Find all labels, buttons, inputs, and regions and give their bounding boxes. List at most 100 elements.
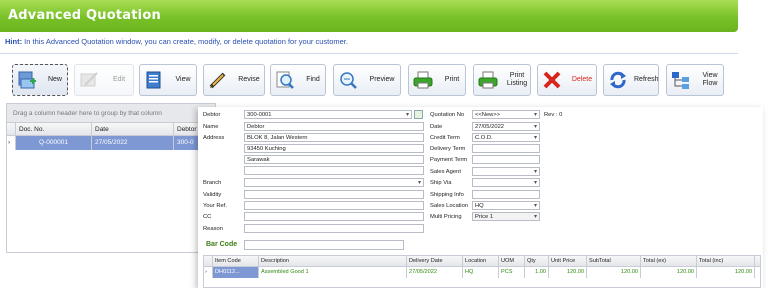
sales-location-select[interactable]: HQ [472,201,540,210]
payment-term-label: Payment Term [430,157,468,163]
debtor-select[interactable]: 300-0001 [244,110,412,119]
cell-item-code[interactable]: DH0112... [213,267,259,278]
barcode-input[interactable] [244,240,404,250]
your-ref-field[interactable] [244,201,424,210]
col-total-inc[interactable]: Total (inc) [697,256,755,266]
multi-pricing-label: Multi Pricing [430,214,462,220]
col-qty[interactable]: Qty [525,256,549,266]
col-subtotal[interactable]: SubTotal [587,256,641,266]
window-title: Advanced Quotation [8,8,161,23]
col-description[interactable]: Description [259,256,407,266]
sales-location-label: Sales Location [430,203,469,209]
row-pointer-icon: › [7,136,16,150]
refresh-icon [608,70,628,90]
new-label: New [47,76,62,83]
quotation-form: Debtor Name Address Branch Validity Your… [198,107,763,288]
revise-button[interactable]: Revise [203,64,265,96]
view-flow-line2: Flow [702,80,718,87]
validity-label: Validity [203,192,222,198]
edit-button[interactable]: Edit [74,64,134,96]
col-unit-price[interactable]: Unit Price [549,256,587,266]
debtor-lookup-icon[interactable] [414,110,423,119]
delivery-term-field[interactable] [472,144,540,153]
cell-location[interactable]: HQ [463,267,499,278]
revision-label: Rev : 0 [544,112,563,118]
detail-header: Item Code Description Delivery Date Loca… [204,256,760,267]
date-label: Date [430,124,443,130]
cell-total-inc[interactable]: 120.00 [697,267,755,278]
print-listing-label: Print Listing [504,72,530,88]
name-label: Name [203,124,219,130]
detail-row-indicator-header [204,256,213,266]
name-field[interactable]: Debtor [244,122,424,131]
print-button[interactable]: Print [408,64,466,96]
divider [0,53,738,54]
find-button[interactable]: Find [270,64,326,96]
shipping-info-field[interactable] [472,190,540,199]
hint-body: In this Advanced Quotation window, you c… [24,37,348,46]
delivery-term-label: Delivery Term [430,146,466,152]
preview-button[interactable]: Preview [333,64,401,96]
credit-term-label: Credit Term [430,135,460,141]
ship-via-select[interactable] [472,178,540,187]
shipping-info-label: Shipping Info [430,192,464,198]
print-listing-button[interactable]: Print Listing [473,64,531,96]
cell-delivery-date[interactable]: 27/05/2022 [407,267,463,278]
cell-description[interactable]: Assembled Good 1 [259,267,407,278]
address-line4-field[interactable] [244,166,424,175]
cell-subtotal[interactable]: 120.00 [587,267,641,278]
col-location[interactable]: Location [463,256,499,266]
reason-field[interactable] [244,224,424,233]
hint-text: Hint: In this Advanced Quotation window,… [5,37,348,46]
your-ref-label: Your Ref. [203,203,227,209]
cc-field[interactable] [244,212,424,221]
credit-term-select[interactable]: C.O.D. [472,133,540,142]
cell-doc-no: Q-000001 [16,136,92,150]
address-line2-field[interactable]: 93450 Kuching [244,144,424,153]
reason-label: Reason [203,226,223,232]
barcode-label: Bar Code [206,241,238,248]
new-button[interactable]: New [12,64,68,96]
col-uom[interactable]: UOM [499,256,525,266]
sales-agent-select[interactable] [472,167,540,176]
detail-row[interactable]: › DH0112... Assembled Good 1 27/05/2022 … [204,267,760,278]
toolbar: New Edit View Revise Find Preview Print … [0,58,738,100]
view-button[interactable]: View [139,64,197,96]
cell-total-ex[interactable]: 120.00 [641,267,697,278]
address-line3-field[interactable]: Sarawak [244,155,424,164]
view-flow-button[interactable]: View Flow [666,64,724,96]
view-document-icon [144,70,164,90]
date-field[interactable]: 27/05/2022 [472,122,540,131]
sales-agent-label: Sales Agent [430,169,461,175]
branch-select[interactable] [244,178,424,187]
table-row[interactable]: › Q-000001 27/05/2022 300-0 [7,136,215,150]
col-doc-no[interactable]: Doc. No. [16,123,92,135]
col-item-code[interactable]: Item Code [213,256,259,266]
find-label: Find [306,76,320,83]
detail-row-pointer-icon: › [204,267,213,278]
delete-button[interactable]: Delete [537,64,597,96]
col-date[interactable]: Date [92,123,174,135]
multi-pricing-select[interactable]: Price 1 [472,212,540,221]
validity-field[interactable] [244,190,424,199]
document-list-grid: Drag a column header here to group by th… [6,103,216,253]
refresh-button[interactable]: Refresh [603,64,659,96]
quotation-no-field[interactable]: <<New>> [472,110,540,119]
quotation-no-label: Quotation No [430,112,465,118]
cell-uom[interactable]: PCS [499,267,525,278]
cell-qty[interactable]: 1.00 [525,267,549,278]
revise-label: Revise [238,76,260,83]
payment-term-field[interactable] [472,155,540,164]
edit-icon [79,70,99,90]
printer-icon [413,70,433,90]
row-indicator-header [7,123,16,135]
cell-unit-price[interactable]: 120.00 [549,267,587,278]
list-header: Doc. No. Date Debtor [7,122,215,136]
col-total-ex[interactable]: Total (ex) [641,256,697,266]
address-line1-field[interactable]: BLOK 8, Jalan Western [244,133,424,142]
magnifier-icon [275,70,295,90]
col-delivery-date[interactable]: Delivery Date [407,256,463,266]
item-detail-grid: Item Code Description Delivery Date Loca… [203,255,761,288]
print-listing-line2: Listing [506,80,528,87]
cc-label: CC [203,214,212,220]
